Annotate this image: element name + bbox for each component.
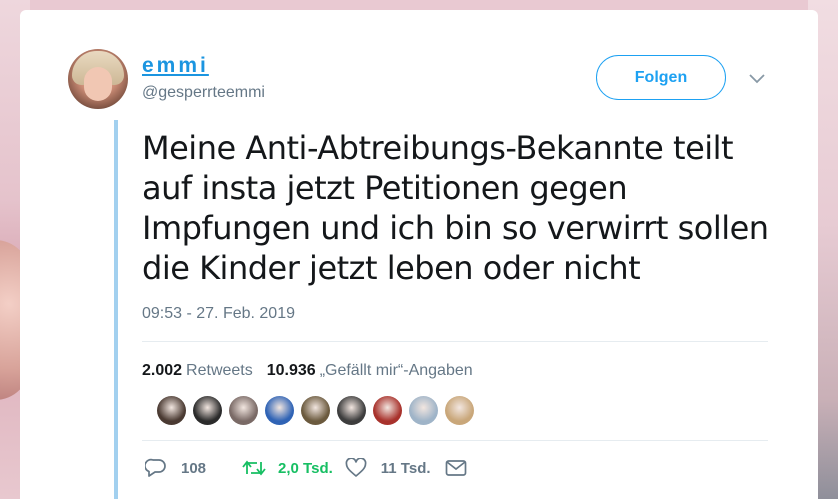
thread-line (114, 120, 118, 499)
avatar[interactable] (68, 49, 128, 109)
action-bar: 108 2,0 Tsd. 11 Tsd. (145, 458, 467, 478)
retweet-icon (242, 460, 266, 476)
avatar-face (84, 67, 112, 101)
reply-icon (145, 458, 166, 477)
tweet-timestamp[interactable]: 09:53 - 27. Feb. 2019 (142, 305, 295, 323)
liker-avatar[interactable] (265, 396, 294, 425)
liker-avatar[interactable] (373, 396, 402, 425)
liker-avatar[interactable] (337, 396, 366, 425)
retweet-count: 2,0 Tsd. (278, 459, 333, 477)
retweet-button[interactable]: 2,0 Tsd. (242, 459, 333, 477)
like-count: 11 Tsd. (380, 459, 431, 477)
retweets-count[interactable]: 2.002 (142, 362, 182, 380)
likes-label[interactable]: „Gefällt mir“-Angaben (320, 362, 473, 380)
chevron-down-icon[interactable] (748, 72, 766, 86)
tweet-text-line: Meine Anti-Abtreibungs-Bekannte teilt (142, 129, 734, 167)
like-button[interactable]: 11 Tsd. (345, 458, 431, 478)
liker-avatar[interactable] (229, 396, 258, 425)
divider (142, 440, 768, 441)
tweet-text-line: die Kinder jetzt leben oder nicht (142, 249, 641, 287)
tweet-text-line: Impfungen und ich bin so verwirrt sollen (142, 209, 769, 247)
likers-avatar-row (157, 396, 474, 425)
message-icon (445, 460, 466, 476)
retweets-label[interactable]: Retweets (186, 362, 253, 380)
liker-avatar[interactable] (409, 396, 438, 425)
likes-count[interactable]: 10.936 (267, 362, 316, 380)
liker-avatar[interactable] (193, 396, 222, 425)
tweet-text-line: auf insta jetzt Petitionen gegen (142, 169, 628, 207)
liker-avatar[interactable] (157, 396, 186, 425)
reply-button[interactable]: 108 (145, 458, 206, 478)
divider (142, 341, 768, 342)
liker-avatar[interactable] (301, 396, 330, 425)
direct-message-button[interactable] (445, 459, 467, 477)
liker-avatar[interactable] (445, 396, 474, 425)
heart-icon (345, 458, 367, 477)
tweet-text: Meine Anti-Abtreibungs-Bekannte teilt au… (142, 128, 782, 288)
reply-count: 108 (181, 459, 207, 477)
user-handle[interactable]: @gesperrteemmi (142, 84, 265, 102)
follow-button[interactable]: Folgen (596, 55, 726, 100)
display-name[interactable]: emmi (142, 54, 209, 78)
tweet-stats: 2.002 Retweets 10.936 „Gefällt mir“-Anga… (142, 362, 487, 380)
